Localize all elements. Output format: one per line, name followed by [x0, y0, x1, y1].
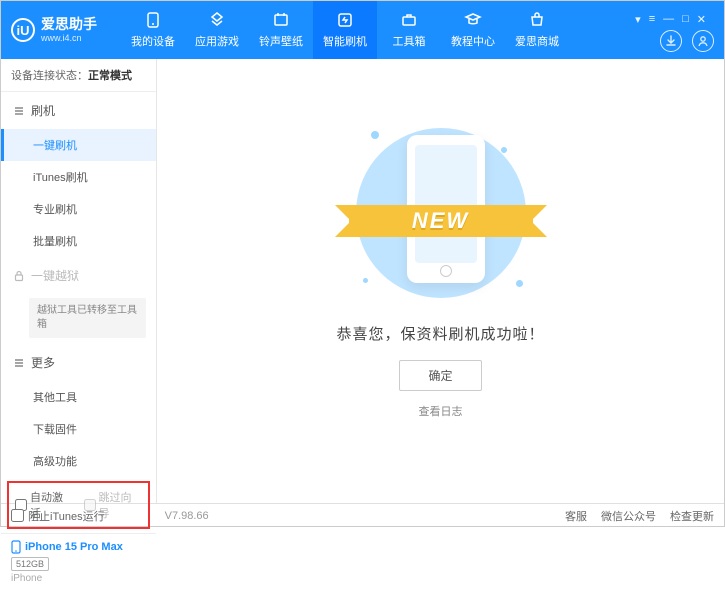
nav-label: 应用游戏 [195, 33, 239, 49]
nav-edu[interactable]: 教程中心 [441, 1, 505, 59]
sidebar-section-head[interactable]: 一键越狱 [1, 257, 156, 294]
logo-url: www.i4.cn [41, 33, 97, 44]
section-title: 一键越狱 [31, 267, 79, 284]
footer-link[interactable]: 客服 [565, 508, 587, 524]
sidebar-item[interactable]: 其他工具 [1, 381, 156, 413]
logo-title: 爱思助手 [41, 16, 97, 33]
download-button[interactable] [660, 30, 682, 52]
sidebar-item[interactable]: 批量刷机 [1, 225, 156, 257]
flash-icon [336, 11, 354, 29]
sidebar-section-head[interactable]: 更多 [1, 344, 156, 381]
sidebar-item[interactable]: 高级功能 [1, 445, 156, 477]
version-label: V7.98.66 [165, 510, 209, 522]
footer-link[interactable]: 检查更新 [670, 508, 714, 524]
nav-label: 我的设备 [131, 33, 175, 49]
success-illustration: NEW [351, 123, 531, 303]
sidebar-item[interactable]: 专业刷机 [1, 193, 156, 225]
nav-apps[interactable]: 应用游戏 [185, 1, 249, 59]
phone-icon [11, 540, 21, 554]
close-icon[interactable]: ✕ [697, 13, 706, 26]
user-button[interactable] [692, 30, 714, 52]
nav-device[interactable]: 我的设备 [121, 1, 185, 59]
apps-icon [208, 11, 226, 29]
list-icon [13, 105, 25, 117]
nav-ring[interactable]: 铃声壁纸 [249, 1, 313, 59]
sidebar-note: 越狱工具已转移至工具箱 [29, 298, 146, 338]
list-icon [13, 357, 25, 369]
section-title: 更多 [31, 354, 55, 371]
success-message: 恭喜您，保资料刷机成功啦！ [336, 323, 544, 344]
block-itunes-checkbox[interactable]: 阻止iTunes运行 [11, 508, 105, 524]
edu-icon [464, 11, 482, 29]
section-title: 刷机 [31, 102, 55, 119]
device-type: iPhone [11, 573, 146, 584]
ribbon-label: NEW [412, 208, 469, 234]
device-icon [144, 11, 162, 29]
view-log-link[interactable]: 查看日志 [419, 403, 463, 419]
sidebar-item[interactable]: 一键刷机 [1, 129, 156, 161]
lock-icon [13, 270, 25, 282]
nav-flash[interactable]: 智能刷机 [313, 1, 377, 59]
ok-button[interactable]: 确定 [399, 360, 481, 391]
nav-label: 铃声壁纸 [259, 33, 303, 49]
nav-shop[interactable]: 爱思商城 [505, 1, 569, 59]
storage-badge: 512GB [11, 557, 49, 571]
window-controls[interactable]: ▾ ≡ — □ ✕ [635, 9, 706, 26]
nav-tools[interactable]: 工具箱 [377, 1, 441, 59]
tools-icon [400, 11, 418, 29]
nav-label: 工具箱 [393, 33, 426, 49]
nav-label: 爱思商城 [515, 33, 559, 49]
shop-icon [528, 11, 546, 29]
nav-label: 教程中心 [451, 33, 495, 49]
device-status: 设备连接状态：正常模式 [1, 59, 156, 92]
sidebar-item[interactable]: 下载固件 [1, 413, 156, 445]
minimize-icon[interactable]: — [663, 13, 674, 26]
sidebar-item[interactable]: iTunes刷机 [1, 161, 156, 193]
footer-link[interactable]: 微信公众号 [601, 508, 656, 524]
app-logo: iU 爱思助手 www.i4.cn [11, 16, 97, 44]
logo-badge: iU [11, 18, 35, 42]
sidebar-section-head[interactable]: 刷机 [1, 92, 156, 129]
maximize-icon[interactable]: □ [682, 13, 689, 26]
nav-label: 智能刷机 [323, 33, 367, 49]
menu-icon[interactable]: ▾ [635, 13, 641, 26]
ring-icon [272, 11, 290, 29]
settings-icon[interactable]: ≡ [649, 13, 655, 26]
device-info[interactable]: iPhone 15 Pro Max 512GB iPhone [1, 533, 156, 592]
